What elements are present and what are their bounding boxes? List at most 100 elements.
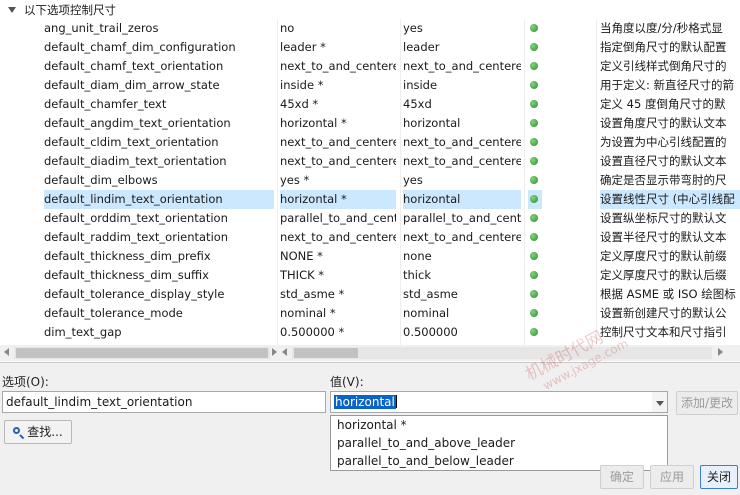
option-description-cell: 设置半径尺寸的默认文本 <box>600 230 727 244</box>
option-value-cell: next_to_and_centered <box>280 230 396 244</box>
table-row[interactable]: default_orddim_text_orientation parallel_… <box>0 209 740 228</box>
option-value-cell: NONE * <box>280 249 323 263</box>
option-default-cell: horizontal <box>403 116 461 130</box>
option-name-cell: default_tolerance_display_style <box>44 287 225 301</box>
apply-button[interactable]: 应用 <box>650 465 694 489</box>
option-name-cell: default_raddim_text_orientation <box>44 230 229 244</box>
status-cell <box>528 228 542 247</box>
status-cell <box>528 209 542 228</box>
value-dropdown-button[interactable] <box>652 391 668 413</box>
status-cell <box>528 266 542 285</box>
scroll-right-arrow-icon[interactable] <box>718 348 723 356</box>
status-dot-icon <box>530 119 538 127</box>
dropdown-option[interactable]: parallel_to_and_above_leader <box>331 434 667 452</box>
scroll-thumb[interactable] <box>16 348 268 358</box>
status-cell <box>528 247 542 266</box>
table-row[interactable]: default_chamfer_text 45xd * 45xd 定义 45 度倒角尺… <box>0 95 740 114</box>
option-name-cell: default_tolerance_mode <box>44 306 183 320</box>
collapse-triangle-icon[interactable] <box>8 6 16 13</box>
dropdown-option[interactable]: horizontal * <box>331 416 667 434</box>
option-description-cell: 设置直径尺寸的默认文本 <box>600 154 727 168</box>
group-header[interactable]: 以下选项控制尺寸 <box>0 0 740 19</box>
option-description-cell: 确定是否显示带弯肘的尺 <box>600 173 727 187</box>
status-dot-icon <box>530 252 538 260</box>
find-button[interactable]: 查找... <box>4 420 72 444</box>
option-default-cell: none <box>403 249 432 263</box>
ok-button[interactable]: 确定 <box>600 465 644 489</box>
table-row[interactable]: default_angdim_text_orientation horizonta… <box>0 114 740 133</box>
status-cell <box>528 323 542 342</box>
option-default-cell: thick <box>403 268 431 282</box>
value-dropdown-list[interactable]: horizontal * parallel_to_and_above_leade… <box>330 415 668 471</box>
table-row[interactable]: dim_text_gap 0.500000 * 0.500000 控制尺寸文本和尺寸指… <box>0 323 740 342</box>
text-caret <box>395 395 397 408</box>
status-dot-icon <box>530 81 538 89</box>
option-value-cell: yes * <box>280 173 310 187</box>
table-row[interactable]: default_diam_dim_arrow_state inside * insi… <box>0 76 740 95</box>
option-name-cell: default_diadim_text_orientation <box>44 154 227 168</box>
status-dot-icon <box>530 62 538 70</box>
scroll-left-arrow-icon[interactable] <box>4 348 9 356</box>
status-dot-icon <box>530 24 538 32</box>
status-cell <box>528 95 542 114</box>
find-button-label: 查找... <box>27 425 63 439</box>
table-row[interactable]: default_thickness_dim_suffix THICK * thick… <box>0 266 740 285</box>
scroll-thumb[interactable] <box>294 348 358 358</box>
value-label: 值(V): <box>330 375 364 389</box>
add-change-button[interactable]: 添加/更改 <box>676 391 738 415</box>
option-value-cell: next_to_and_centered <box>280 154 396 168</box>
status-cell <box>528 57 542 76</box>
option-name-cell: default_dim_elbows <box>44 173 158 187</box>
table-row[interactable]: default_chamf_text_orientation next_to_an… <box>0 57 740 76</box>
status-cell <box>528 114 542 133</box>
table-row[interactable]: default_tolerance_mode nominal * nominal 设置… <box>0 304 740 323</box>
option-description-cell: 定义 45 度倒角尺寸的默 <box>600 97 726 111</box>
option-name-cell: ang_unit_trail_zeros <box>44 21 159 35</box>
option-name-cell: default_chamf_dim_configuration <box>44 40 236 54</box>
option-default-cell: parallel_to_and_center <box>403 211 521 225</box>
option-value-cell: 0.500000 * <box>280 325 345 339</box>
option-description-cell: 设置新创建尺寸的默认公 <box>600 306 727 320</box>
table-row[interactable]: default_cldim_text_orientation next_to_an… <box>0 133 740 152</box>
status-cell <box>528 171 542 190</box>
status-dot-icon <box>530 157 538 165</box>
table-row[interactable]: ang_unit_trail_zeros no yes 当角度以度/分/秒格式显 <box>0 19 740 38</box>
option-description-cell: 为设置为中心引线配置的 <box>600 135 727 149</box>
status-cell <box>528 190 542 209</box>
option-default-cell: inside <box>403 78 438 92</box>
status-dot-icon <box>530 290 538 298</box>
status-dot-icon <box>530 100 538 108</box>
option-input-text: default_lindim_text_orientation <box>6 395 193 409</box>
option-description-cell: 根据 ASME 或 ISO 绘图标 <box>600 287 736 301</box>
option-input[interactable]: default_lindim_text_orientation <box>2 391 326 413</box>
option-default-cell: 45xd <box>403 97 432 111</box>
table-row[interactable]: default_diadim_text_orientation next_to_a… <box>0 152 740 171</box>
table-row[interactable]: default_tolerance_display_style std_asme … <box>0 285 740 304</box>
option-name-cell: default_thickness_dim_suffix <box>44 268 209 282</box>
option-description-cell: 定义厚度尺寸的默认前缀 <box>600 249 727 263</box>
scroll-left-arrow-icon[interactable] <box>282 348 287 356</box>
group-label: 以下选项控制尺寸 <box>24 2 116 17</box>
option-value-cell: std_asme * <box>280 287 345 301</box>
value-combobox[interactable]: horizontal <box>330 391 652 413</box>
option-description-cell: 用于定义: 新直径尺寸的箭 <box>600 78 735 92</box>
close-button[interactable]: 关闭 <box>700 465 738 489</box>
status-cell <box>528 19 542 38</box>
table-row[interactable]: default_chamf_dim_configuration leader * l… <box>0 38 740 57</box>
table-row[interactable]: default_dim_elbows yes * yes 确定是否显示带弯肘的尺 <box>0 171 740 190</box>
options-table: 以下选项控制尺寸 ang_unit_trail_zeros no yes 当角度以度/… <box>0 0 740 363</box>
table-row[interactable]: default_lindim_text_orientation horizonta… <box>0 190 740 209</box>
horizontal-scrollbar[interactable] <box>0 345 740 361</box>
option-name-cell: dim_text_gap <box>44 325 122 339</box>
option-default-cell: std_asme <box>403 287 458 301</box>
option-default-cell: leader <box>403 40 440 54</box>
option-label: 选项(O): <box>2 375 49 389</box>
scroll-right-arrow-icon[interactable] <box>272 348 277 356</box>
option-default-cell: next_to_and_centered <box>403 230 521 244</box>
table-row[interactable]: default_thickness_dim_prefix NONE * none 定义… <box>0 247 740 266</box>
option-default-cell: yes <box>403 21 423 35</box>
option-description-cell: 定义厚度尺寸的默认后缀 <box>600 268 727 282</box>
table-row[interactable]: default_raddim_text_orientation next_to_a… <box>0 228 740 247</box>
option-default-cell: nominal <box>403 306 450 320</box>
option-name-cell: default_orddim_text_orientation <box>44 211 228 225</box>
